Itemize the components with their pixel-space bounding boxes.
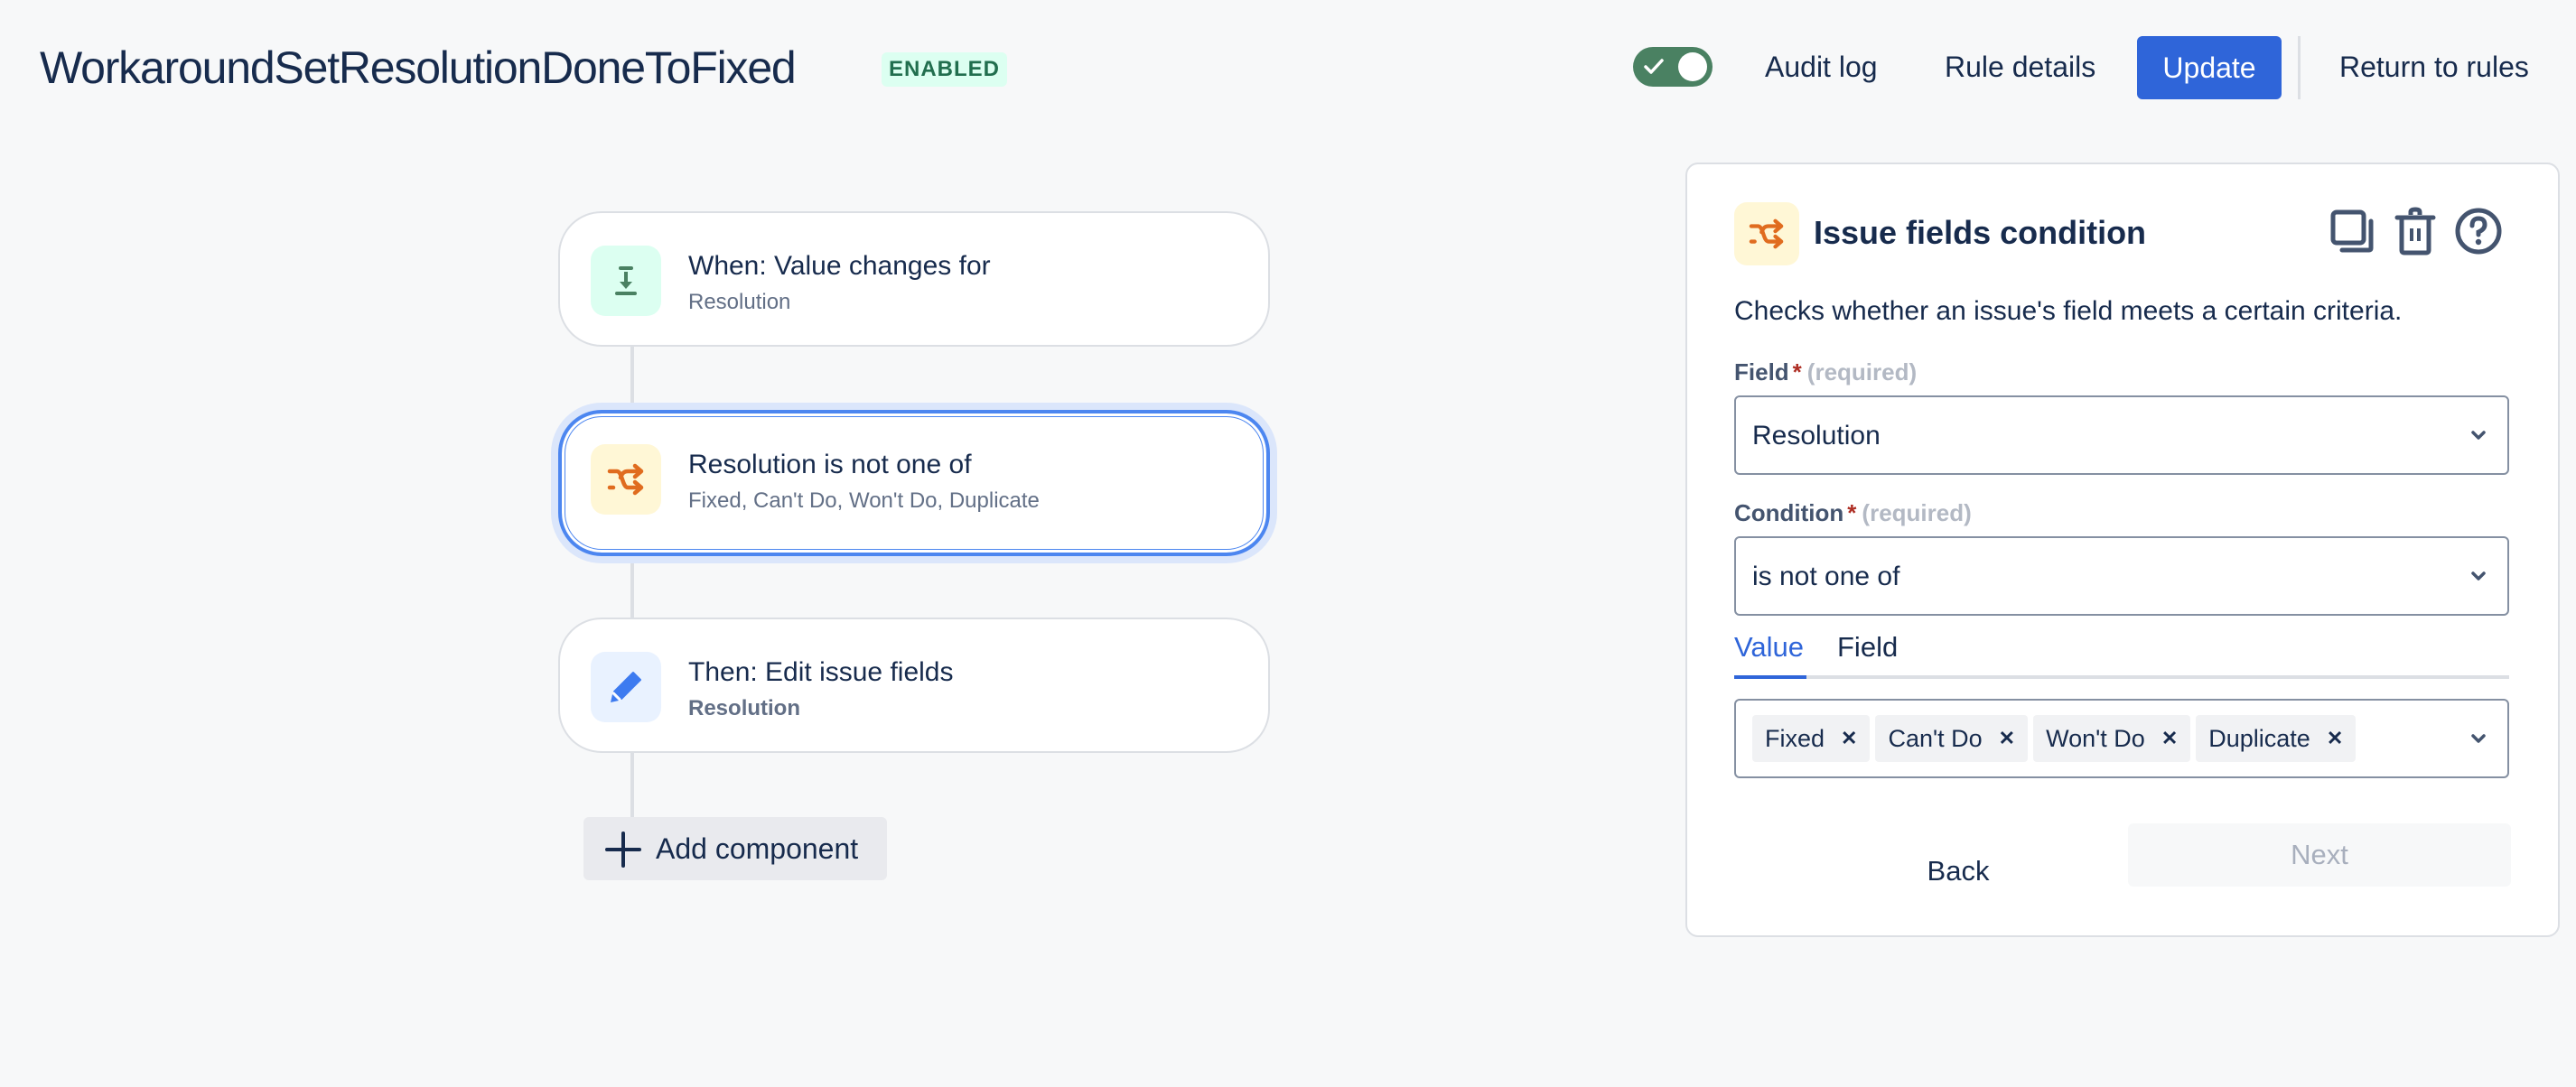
remove-tag-icon[interactable]: ✕ (2161, 727, 2178, 750)
tag-label: Fixed (1765, 724, 1825, 752)
delete-button[interactable] (2390, 204, 2441, 258)
condition-select[interactable]: is not one of (1734, 536, 2509, 616)
next-button[interactable]: Next (2128, 823, 2511, 887)
required-hint: (required) (1862, 499, 1972, 526)
remove-tag-icon[interactable]: ✕ (2327, 727, 2343, 750)
field-label: Field * (required) (1734, 358, 1917, 386)
field-select[interactable]: Resolution (1734, 395, 2509, 475)
tab-underline (1734, 675, 2509, 679)
value-tag: Won't Do ✕ (2033, 715, 2191, 762)
value-source-tabs: Value Field (1734, 630, 2509, 663)
shuffle-icon (591, 444, 661, 515)
flow-node-condition[interactable]: Resolution is not one of Fixed, Can't Do… (558, 410, 1270, 556)
field-select-value: Resolution (1752, 421, 1881, 451)
rule-enabled-toggle[interactable] (1633, 47, 1713, 87)
copy-icon (2330, 209, 2374, 253)
component-config-panel: Issue fields condition Checks whether an… (1685, 163, 2560, 937)
panel-title: Issue fields condition (1814, 214, 2147, 251)
add-component-label: Add component (656, 832, 859, 865)
node-subtitle: Fixed, Can't Do, Won't Do, Duplicate (688, 488, 1040, 513)
rule-details-button[interactable]: Rule details (1945, 49, 2095, 85)
audit-log-button[interactable]: Audit log (1765, 49, 1878, 85)
flow-connector (630, 347, 634, 410)
add-component-button[interactable]: Add component (583, 817, 887, 880)
flow-connector (630, 753, 634, 818)
flow-node-trigger[interactable]: When: Value changes for Resolution (558, 211, 1270, 347)
required-marker: * (1792, 358, 1802, 386)
value-tag: Duplicate ✕ (2196, 715, 2357, 762)
pencil-icon (591, 652, 661, 722)
field-label-text: Field (1734, 358, 1789, 386)
flow-node-action[interactable]: Then: Edit issue fields Resolution (558, 618, 1270, 753)
return-to-rules-button[interactable]: Return to rules (2339, 49, 2529, 85)
value-tag: Can't Do ✕ (1875, 715, 2029, 762)
status-badge: ENABLED (882, 52, 1008, 87)
tag-label: Can't Do (1888, 724, 1983, 752)
flow-connector (630, 556, 634, 618)
node-subtitle: Resolution (688, 290, 791, 314)
tag-label: Won't Do (2046, 724, 2145, 752)
trash-icon (2394, 207, 2436, 255)
back-button[interactable]: Back (1868, 840, 2049, 903)
required-hint: (required) (1806, 358, 1918, 386)
chevron-down-icon[interactable] (2469, 729, 2487, 748)
active-tab-indicator (1734, 675, 1806, 679)
condition-label: Condition * (required) (1734, 498, 1972, 527)
chevron-down-icon (2471, 431, 2486, 440)
value-tag: Fixed ✕ (1752, 715, 1871, 762)
node-title: When: Value changes for (688, 251, 991, 281)
remove-tag-icon[interactable]: ✕ (1999, 727, 2015, 750)
duplicate-button[interactable] (2327, 204, 2377, 258)
condition-label-text: Condition (1734, 499, 1844, 526)
chevron-down-icon (2471, 571, 2486, 581)
check-icon (1644, 59, 1664, 74)
help-button[interactable] (2453, 204, 2504, 258)
shuffle-icon (1734, 202, 1799, 265)
required-marker: * (1847, 499, 1857, 526)
tab-value[interactable]: Value (1734, 630, 1804, 664)
download-arrow-icon (591, 246, 661, 316)
header-divider (2298, 36, 2301, 99)
toggle-knob (1678, 52, 1707, 81)
tab-field[interactable]: Field (1837, 630, 1898, 664)
update-button[interactable]: Update (2137, 36, 2282, 99)
tag-label: Duplicate (2208, 724, 2310, 752)
help-icon (2455, 208, 2502, 255)
node-subtitle: Resolution (688, 696, 800, 720)
node-title: Then: Edit issue fields (688, 657, 954, 687)
condition-select-value: is not one of (1752, 562, 1900, 591)
panel-description: Checks whether an issue's field meets a … (1734, 296, 2403, 326)
values-multiselect[interactable]: Fixed ✕ Can't Do ✕ Won't Do ✕ Duplicate ✕ (1734, 699, 2509, 778)
node-title: Resolution is not one of (688, 450, 972, 479)
rule-title: WorkaroundSetResolutionDoneToFixed (40, 42, 797, 93)
plus-icon (605, 832, 641, 868)
remove-tag-icon[interactable]: ✕ (1841, 727, 1857, 750)
